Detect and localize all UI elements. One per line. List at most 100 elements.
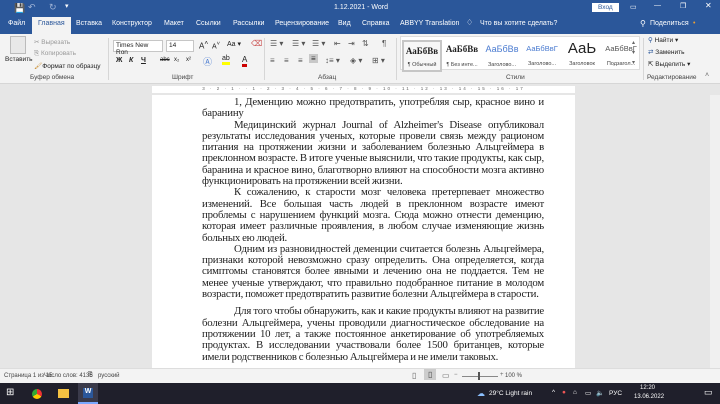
undo-icon[interactable]: ↶ [28,2,36,13]
paste-icon[interactable] [10,36,26,54]
increase-indent-icon[interactable]: ⇥ [348,39,355,48]
clock-time[interactable]: 12:20 [640,385,655,391]
shrink-font-icon[interactable]: A˅ [212,41,220,50]
tray-display-icon[interactable]: ▭ [585,389,591,397]
justify-icon[interactable]: ≡ [309,54,318,63]
highlight-color-icon[interactable]: ab [222,55,230,65]
align-center-icon[interactable]: ≡ [284,56,289,65]
text-effects-icon[interactable]: Ⓐ [203,55,212,68]
line-spacing-icon[interactable]: ↕≡ ▾ [325,56,340,65]
replace-button[interactable]: ⇄ Заменить [648,48,684,56]
save-icon[interactable]: 💾 [14,3,25,14]
language[interactable]: русский [98,373,120,379]
zoom-level[interactable]: 100 % [505,373,522,379]
document-body[interactable]: 1, Деменцию можно предотвратить, употреб… [202,96,544,363]
style-heading2[interactable]: АаБбВвГ Заголово... [522,40,562,72]
zoom-slider-thumb[interactable] [478,372,480,380]
vertical-scrollbar[interactable] [710,95,720,368]
bullets-icon[interactable]: ☰ ▾ [270,39,283,48]
zoom-slider[interactable] [462,376,498,377]
subscript-button[interactable]: x₂ [174,57,179,63]
style-no-spacing[interactable]: АаБбВв ¶ Без инте... [442,40,482,72]
document-title: 1.12.2021 - Word [334,4,388,11]
shading-icon[interactable]: ◈ ▾ [350,56,362,65]
styles-scroll-icon[interactable]: ▴ ▾ ▾ [632,38,635,68]
underline-button[interactable]: Ч [141,57,146,64]
tray-app-icon[interactable]: ● [562,389,566,396]
ribbon-display-icon[interactable]: ▭ [630,3,637,11]
select-button[interactable]: ⇱ Выделить ▾ [648,60,690,68]
word-count[interactable]: Число слов: 4136 [44,373,93,379]
volume-icon[interactable]: 🔈 [596,389,604,397]
read-mode-icon[interactable]: ▯ [412,371,416,380]
tab-home[interactable]: Главная [32,17,71,34]
tray-chevron-icon[interactable]: ^ [552,389,555,396]
notifications-icon[interactable]: ▭ [704,387,713,398]
input-language[interactable]: РУС [609,390,622,397]
italic-button[interactable]: К [129,57,133,64]
document-page[interactable]: 1, Деменцию можно предотвратить, употреб… [152,95,575,368]
style-heading1[interactable]: АаБбВв Заголово... [482,40,522,72]
tab-references[interactable]: Ссылки [196,20,221,27]
cut-label: Вырезать [41,39,71,46]
windows-start-icon[interactable]: ⊞ [6,387,14,398]
close-button[interactable]: ✕ [705,1,712,10]
pilcrow-icon[interactable]: ¶ [382,39,386,48]
superscript-button[interactable]: x² [186,57,191,63]
format-painter-button[interactable]: 🖌Формат по образцу [34,62,101,70]
tab-view[interactable]: Вид [338,20,351,27]
align-left-icon[interactable]: ≡ [270,56,275,65]
align-right-icon[interactable]: ≡ [298,56,303,65]
grow-font-icon[interactable]: A˄ [199,40,208,51]
decrease-indent-icon[interactable]: ⇤ [334,39,341,48]
tab-help[interactable]: Справка [362,20,389,27]
horizontal-ruler[interactable]: 3 · 2 · 1 · · 1 · 2 · 3 · 4 · 5 · 6 · 7 … [152,86,575,93]
word-icon: W [83,388,93,398]
sign-in-button[interactable]: Вход [592,3,619,12]
bold-button[interactable]: Ж [116,57,122,64]
paragraph: К сожалению, к старости мозг человека пр… [202,186,544,244]
style-title[interactable]: АаЬ Заголовок [562,40,602,72]
borders-icon[interactable]: ⊞ ▾ [372,56,385,65]
zoom-in-button[interactable]: + [500,372,504,378]
font-color-icon[interactable]: A [242,55,248,67]
tell-me-input[interactable]: Что вы хотите сделать? [480,20,557,27]
font-name-select[interactable]: Times New Ron [113,40,163,56]
share-button[interactable]: Поделиться [650,20,689,27]
tab-review[interactable]: Рецензирование [275,20,329,27]
change-case-icon[interactable]: Aa ▾ [227,40,241,48]
redo-icon[interactable]: ↻ [49,2,57,13]
word-taskbar-button[interactable]: W [78,383,98,404]
file-explorer-icon[interactable] [58,389,69,398]
tray-network-icon[interactable]: ⌂ [573,389,577,396]
font-size-select[interactable]: 14 [166,40,194,52]
cut-button[interactable]: ✂ Вырезать [34,38,70,46]
strikethrough-button[interactable]: abc [160,57,170,63]
numbering-icon[interactable]: ☰ ▾ [292,39,305,48]
maximize-button[interactable]: ❐ [680,2,686,10]
clock-date[interactable]: 13.06.2022 [634,394,664,400]
proofing-icon[interactable]: ⎘ [88,372,93,379]
multilevel-list-icon[interactable]: ☰ ▾ [312,39,325,48]
tab-design[interactable]: Конструктор [112,20,152,27]
copy-button[interactable]: ⎘ Копировать [34,50,76,58]
clear-formatting-icon[interactable]: ⌫ [251,39,262,48]
tab-mailings[interactable]: Рассылки [233,20,264,27]
print-layout-icon[interactable]: ▯ [424,369,437,380]
customize-qat-icon[interactable]: ▾ [65,2,69,10]
sort-icon[interactable]: ⇅ [362,39,369,48]
web-layout-icon[interactable]: ▭ [442,371,450,380]
lightbulb-icon: ♢ [466,18,474,27]
collapse-ribbon-icon[interactable]: ˄ [705,72,709,79]
zoom-out-button[interactable]: − [454,372,458,378]
weather-text[interactable]: 29°C Light rain [489,390,532,397]
tab-abbyy[interactable]: ABBYY Translation [400,20,459,27]
minimize-button[interactable]: — [654,2,661,9]
chrome-icon[interactable] [32,389,42,399]
tab-file[interactable]: Файл [8,20,25,27]
style-normal[interactable]: АаБбВв ¶ Обычный [402,40,442,72]
paste-button[interactable]: Вставить [5,56,33,63]
tab-insert[interactable]: Вставка [76,20,102,27]
find-button[interactable]: ⚲ Найти ▾ [648,36,678,44]
tab-layout[interactable]: Макет [164,20,184,27]
